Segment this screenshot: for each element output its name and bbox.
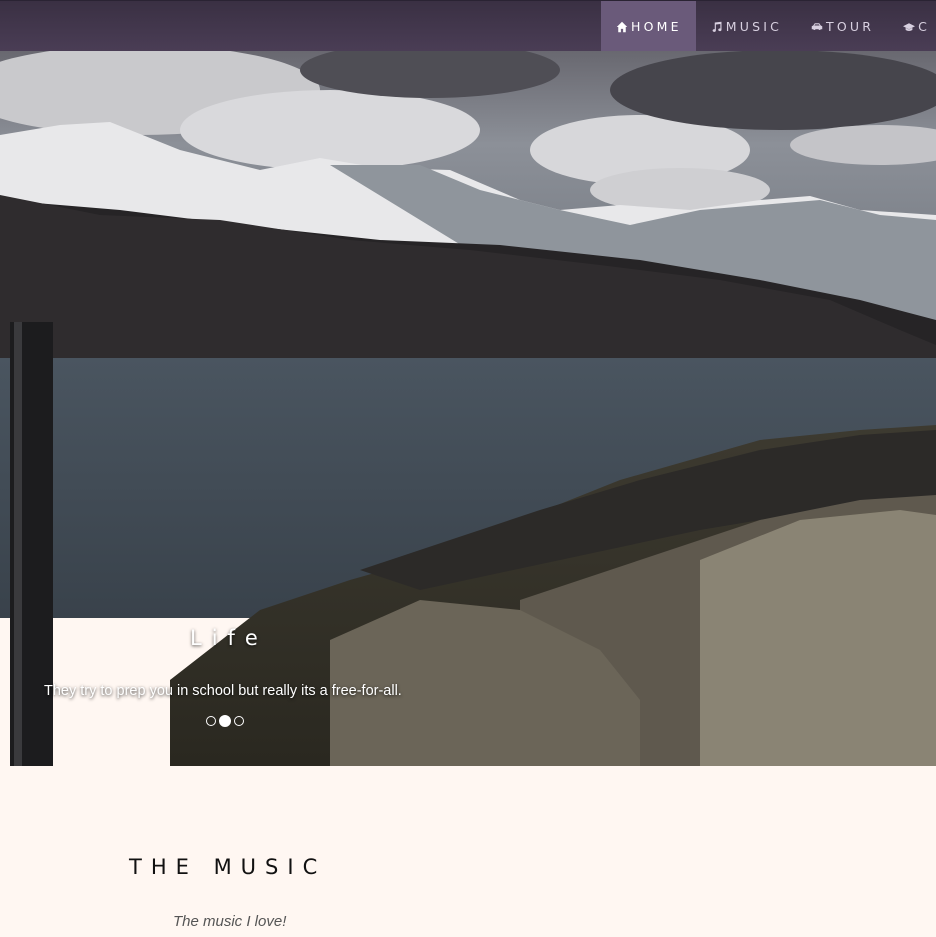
landscape-photo [0,0,936,766]
nav-item-tour[interactable]: TOUR [796,1,888,51]
carousel-indicators [206,715,244,727]
slide-title: Life [190,626,268,650]
slide-caption: They try to prep you in school but reall… [44,683,402,699]
music-note-icon [710,20,724,34]
graduation-cap-icon [902,20,916,34]
nav-item-music[interactable]: MUSIC [696,1,796,51]
nav-item-label: C [918,19,931,34]
nav-item-label: MUSIC [725,19,783,34]
carousel-indicator-2[interactable] [219,715,231,727]
home-icon [615,20,629,34]
carousel-indicator-1[interactable] [206,716,216,726]
nav-item-label: HOME [631,19,682,34]
hero-carousel[interactable]: Life They try to prep you in school but … [0,0,936,766]
nav-menu: HOME MUSIC TOUR C [601,1,936,51]
top-navbar: HOME MUSIC TOUR C [0,0,936,51]
section-heading: THE MUSIC [129,855,327,879]
carousel-indicator-3[interactable] [234,716,244,726]
car-icon [810,20,824,34]
section-tagline: The music I love! [173,913,287,930]
nav-item-contact[interactable]: C [888,1,936,51]
music-section: THE MUSIC The music I love! [0,766,936,937]
nav-item-home[interactable]: HOME [601,1,696,51]
nav-item-label: TOUR [826,19,875,34]
